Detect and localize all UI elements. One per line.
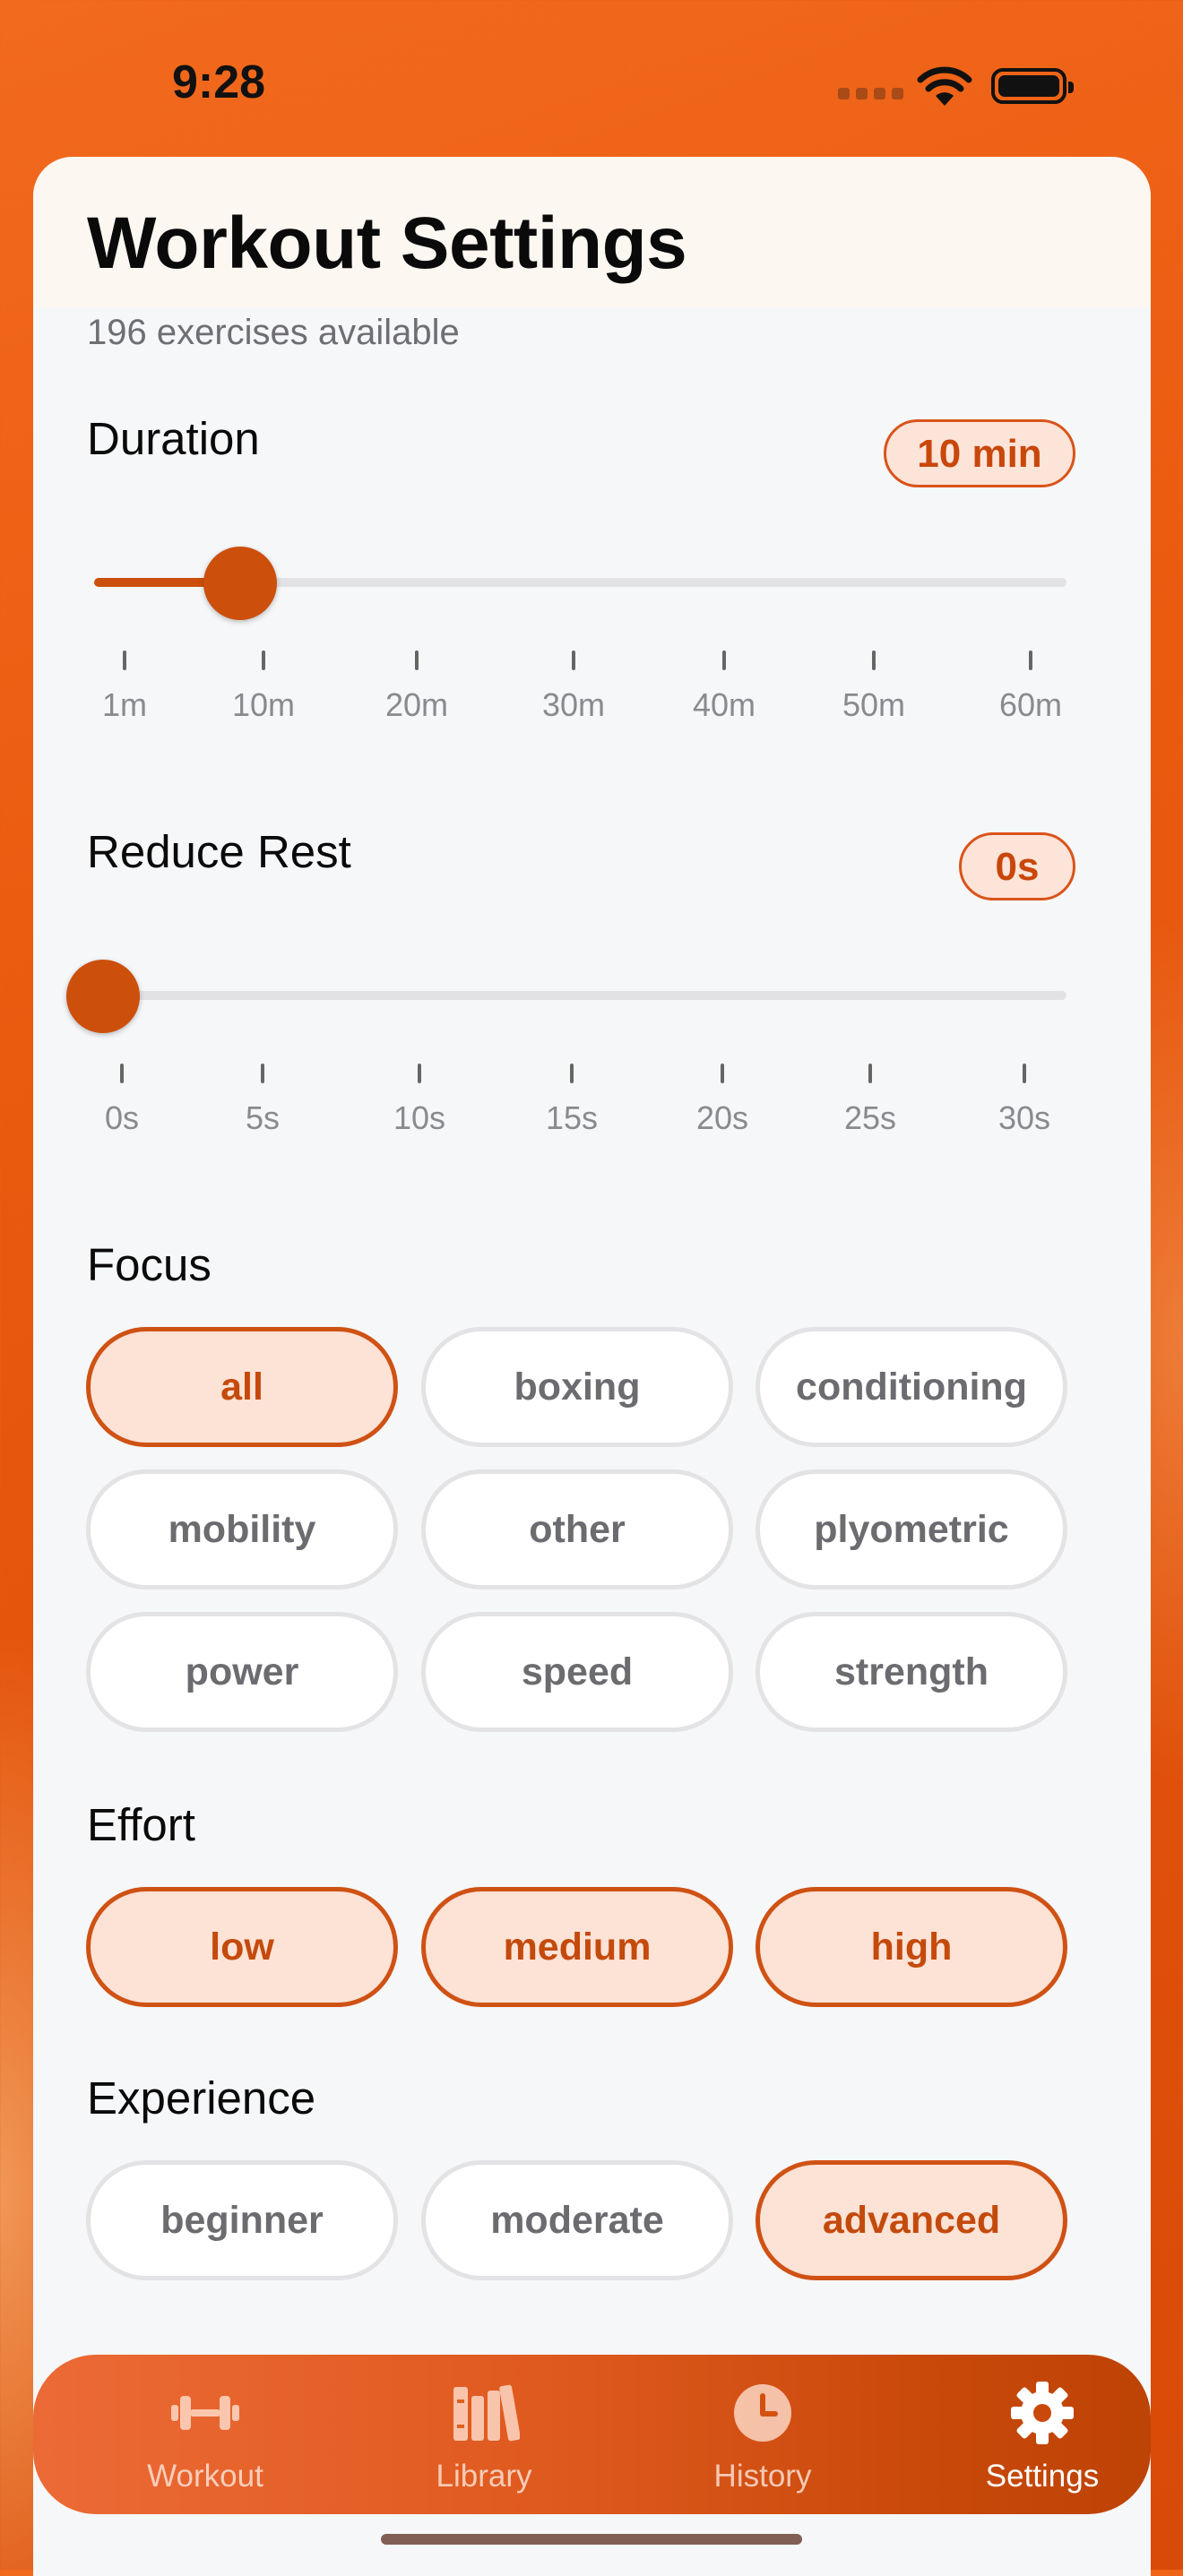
tick: 50m xyxy=(838,650,910,724)
cellular-dots-icon xyxy=(838,88,910,100)
tick: 20m xyxy=(381,650,453,724)
effort-label: Effort xyxy=(87,1799,195,1850)
tick: 40m xyxy=(688,650,760,724)
duration-label: Duration xyxy=(87,413,260,464)
focus-chip-all[interactable]: all xyxy=(86,1327,398,1447)
wifi-icon xyxy=(917,66,972,106)
tab-library[interactable]: Library xyxy=(350,2355,618,2514)
experience-label: Experience xyxy=(87,2072,316,2124)
tick: 25s xyxy=(834,1064,906,1137)
home-indicator xyxy=(381,2534,802,2545)
reduce-rest-slider-thumb[interactable] xyxy=(66,960,140,1033)
books-icon xyxy=(453,2384,520,2442)
battery-icon xyxy=(991,68,1074,104)
duration-ticks: 1m 10m 20m 30m 40m 50m 60m xyxy=(33,650,1151,731)
duration-slider[interactable] xyxy=(94,547,1066,620)
tick: 60m xyxy=(995,650,1066,724)
status-time: 9:28 xyxy=(172,56,266,108)
reduce-rest-slider[interactable] xyxy=(66,960,1066,1033)
focus-chip-plyometric[interactable]: plyometric xyxy=(756,1469,1067,1590)
duration-slider-thumb[interactable] xyxy=(203,547,277,620)
focus-label: Focus xyxy=(87,1239,212,1290)
page-title: Workout Settings xyxy=(87,202,687,284)
experience-chip-beginner[interactable]: beginner xyxy=(86,2160,398,2280)
status-bar: 9:28 xyxy=(0,0,1183,157)
experience-chip-advanced[interactable]: advanced xyxy=(756,2160,1067,2280)
slider-track xyxy=(94,991,1066,1000)
tab-settings[interactable]: Settings xyxy=(908,2355,1177,2514)
tab-label: History xyxy=(713,2459,812,2494)
exercise-count: 196 exercises available xyxy=(87,313,460,352)
tab-label: Settings xyxy=(985,2459,1100,2494)
effort-chip-high[interactable]: high xyxy=(756,1887,1067,2007)
duration-value-badge: 10 min xyxy=(884,419,1075,487)
reduce-rest-value-badge: 0s xyxy=(959,832,1075,900)
tick: 10s xyxy=(384,1064,455,1137)
tab-bar: Workout Library History Settings xyxy=(33,2355,1151,2514)
effort-chip-low[interactable]: low xyxy=(86,1887,398,2007)
reduce-rest-label: Reduce Rest xyxy=(87,826,351,877)
focus-chip-boxing[interactable]: boxing xyxy=(421,1327,733,1447)
tick: 15s xyxy=(536,1064,608,1137)
tab-label: Workout xyxy=(147,2459,263,2494)
gear-icon xyxy=(1011,2382,1074,2444)
focus-chip-strength[interactable]: strength xyxy=(756,1612,1067,1732)
tick: 5s xyxy=(227,1064,298,1137)
focus-chip-speed[interactable]: speed xyxy=(421,1612,733,1732)
tick: 20s xyxy=(686,1064,758,1137)
tick: 30m xyxy=(538,650,609,724)
tick: 10m xyxy=(228,650,299,724)
focus-chip-conditioning[interactable]: conditioning xyxy=(756,1327,1067,1447)
tick: 0s xyxy=(86,1064,158,1137)
tab-label: Library xyxy=(436,2459,532,2494)
settings-sheet: Workout Settings 196 exercises available… xyxy=(33,157,1151,2576)
clock-icon xyxy=(734,2384,791,2442)
tick: 30s xyxy=(989,1064,1060,1137)
tab-workout[interactable]: Workout xyxy=(71,2355,340,2514)
effort-chip-medium[interactable]: medium xyxy=(421,1887,733,2007)
focus-chip-power[interactable]: power xyxy=(86,1612,398,1732)
reduce-rest-ticks: 0s 5s 10s 15s 20s 25s 30s xyxy=(33,1064,1151,1144)
dumbbell-icon xyxy=(171,2396,239,2430)
tab-history[interactable]: History xyxy=(628,2355,897,2514)
experience-chip-moderate[interactable]: moderate xyxy=(421,2160,733,2280)
focus-chip-other[interactable]: other xyxy=(421,1469,733,1590)
tick: 1m xyxy=(89,650,160,724)
focus-chip-mobility[interactable]: mobility xyxy=(86,1469,398,1590)
